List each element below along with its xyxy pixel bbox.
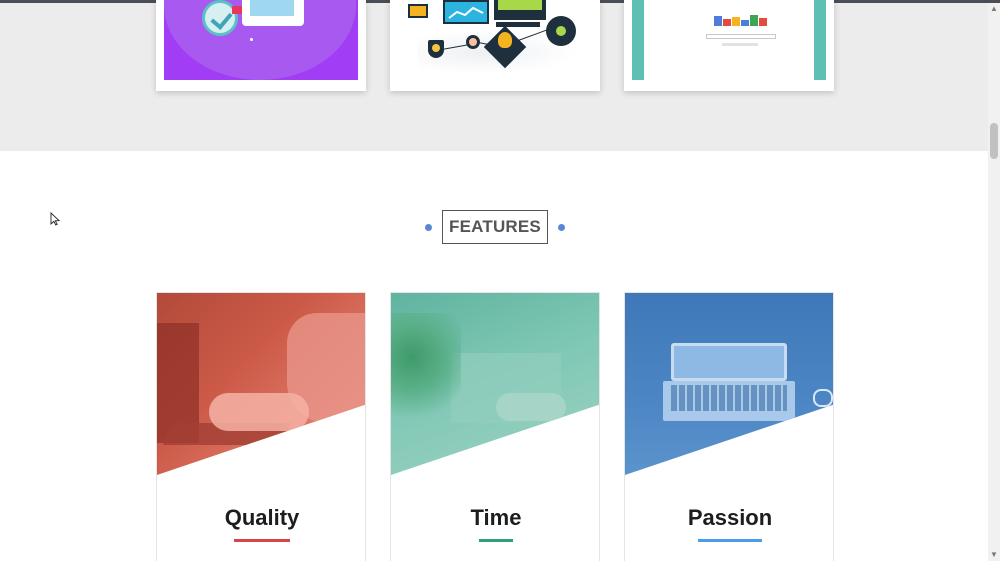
mouse-cursor-icon [50,212,60,226]
display-icon [494,0,546,26]
heading-dot-left [425,224,432,231]
heading-dot-right [558,224,565,231]
title-underline [479,539,513,542]
magnifier-icon [466,35,480,49]
features-heading: FEATURES [442,210,548,244]
page: FEATURES Quality Time Passion ▲ ▼ [0,0,1000,561]
search-page-illustration [632,0,826,80]
portfolio-card-1[interactable] [156,0,366,91]
scroll-thumb[interactable] [990,123,998,159]
search-field-illustration [706,34,776,39]
shield-icon [428,40,444,58]
network-analytics-illustration [398,0,592,80]
time-photo [391,293,599,475]
check-screen-illustration [164,0,358,80]
feature-title: Time [470,505,522,530]
feature-title: Quality [224,505,300,530]
title-underline [234,539,290,542]
logo-bars-icon [714,10,767,26]
chart-icon [443,0,489,24]
monitor-icon [408,4,428,18]
feature-card-time[interactable]: Time [390,292,600,561]
passion-photo [625,293,833,475]
portfolio-card-2[interactable] [390,0,600,91]
lightbulb-icon [498,32,512,48]
feature-card-quality[interactable]: Quality [156,292,366,561]
vertical-scrollbar[interactable]: ▲ ▼ [988,3,1000,561]
title-underline [698,539,762,542]
quality-photo [157,293,365,475]
scroll-up-icon[interactable]: ▲ [988,3,1000,15]
feature-card-passion[interactable]: Passion [624,292,834,561]
scroll-down-icon[interactable]: ▼ [988,549,1000,561]
feature-title: Passion [687,505,773,530]
portfolio-card-3[interactable] [624,0,834,91]
gear-icon [546,16,576,46]
